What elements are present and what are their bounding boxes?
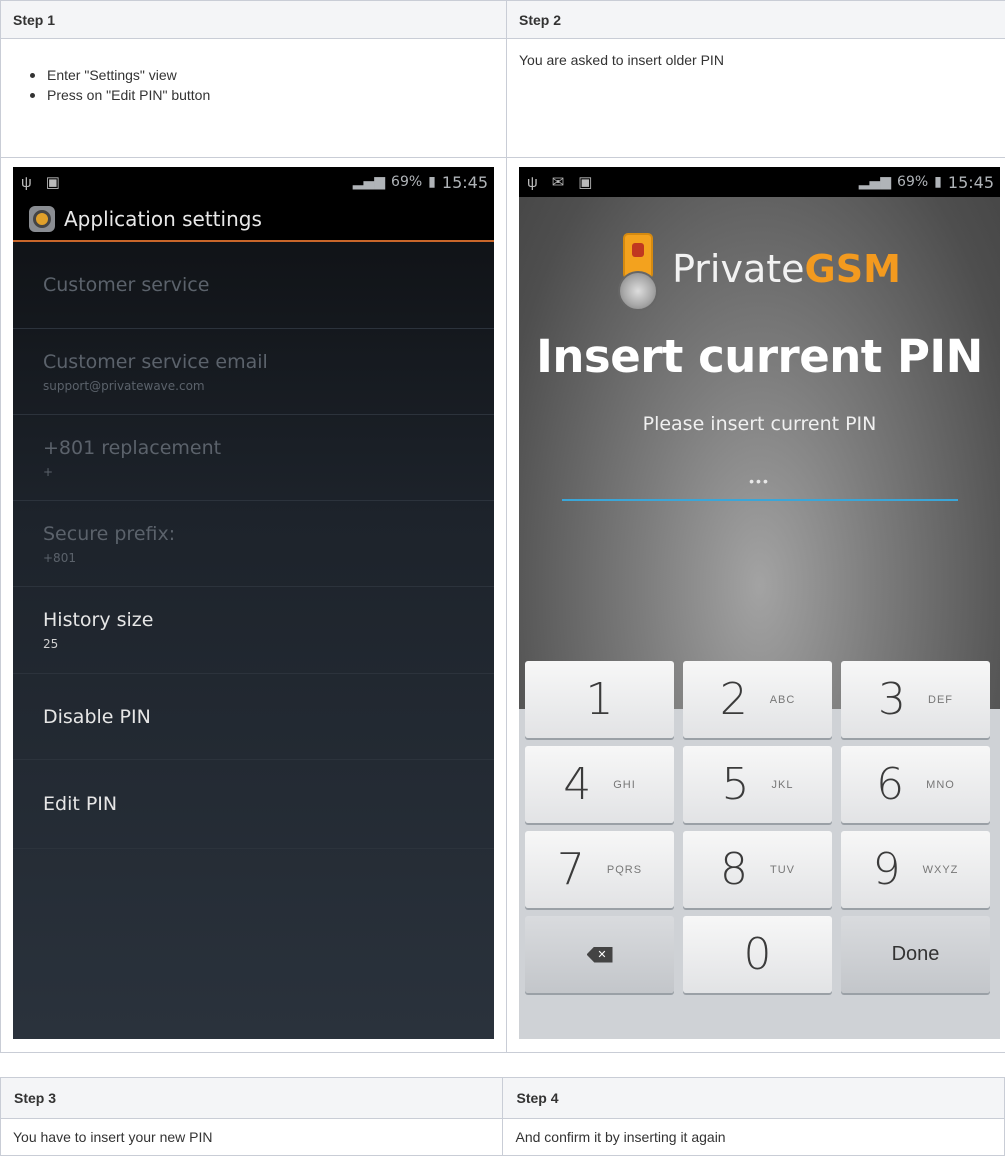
pin-subtitle: Please insert current PIN [642, 413, 877, 435]
key-9[interactable]: 9 WXYZ [841, 831, 990, 908]
phone-logo-icon [618, 227, 659, 311]
battery-icon: ▮ [934, 174, 942, 190]
pref-summary: + [43, 464, 54, 479]
pref-summary: 25 [43, 637, 59, 651]
header-step-3: Step 3 [0, 1077, 504, 1119]
status-bar: ψ ✉ ▣ ▂▄▆ 69% ▮ 15:45 [519, 167, 1000, 197]
header-step-1: Step 1 [0, 0, 507, 39]
key-1[interactable]: 1 [525, 661, 674, 738]
notification-icon: ▣ [578, 174, 593, 191]
usb-icon: ψ [21, 173, 32, 191]
step-4-text: And confirm it by inserting it again [502, 1118, 1005, 1156]
key-7[interactable]: 7 PQRS [525, 831, 674, 908]
header-step-4: Step 4 [502, 1077, 1005, 1119]
key-3[interactable]: 3 DEF [841, 661, 990, 738]
header-step-2: Step 2 [506, 0, 1005, 39]
backspace-icon: ✕ [586, 946, 613, 963]
step-1-bullet: Enter "Settings" view [47, 65, 494, 85]
logo-text: PrivateGSM [672, 247, 901, 291]
step-1-description: Enter "Settings" view Press on "Edit PIN… [0, 38, 507, 158]
settings-screenshot: ψ ▣ ▂▄▆ 69% ▮ 15:45 Application settings [13, 167, 494, 1039]
key-6[interactable]: 6 MNO [841, 746, 990, 823]
action-bar: Application settings [13, 197, 494, 242]
done-key[interactable]: Done [841, 916, 990, 993]
key-2[interactable]: 2 ABC [683, 661, 832, 738]
numeric-keypad: 1 2 ABC 3 DEF 4 GHI 5 JKL 6 MNO 7 PQRS 8 TUV 9W… [525, 661, 994, 993]
pref-title: Customer service [43, 274, 210, 296]
pref-801-replacement[interactable]: +801 replacement + [13, 415, 494, 501]
pref-title: +801 replacement [43, 436, 222, 459]
pref-title: Disable PIN [43, 705, 151, 728]
pin-input[interactable]: ••• [561, 471, 958, 501]
notification-icon: ▣ [45, 174, 60, 191]
key-8[interactable]: 8 TUV [683, 831, 832, 908]
step-2-description: You are asked to insert older PIN [506, 38, 1005, 158]
pref-disable-pin[interactable]: Disable PIN [13, 674, 494, 760]
pref-title: Secure prefix: [43, 522, 176, 545]
pref-customer-service[interactable]: Customer service [13, 242, 494, 329]
pref-summary: +801 [43, 550, 76, 565]
pref-edit-pin[interactable]: Edit PIN [13, 760, 494, 849]
status-bar: ψ ▣ ▂▄▆ 69% ▮ 15:45 [13, 167, 494, 197]
status-time: 15:45 [947, 172, 994, 192]
battery-percent: 69% [391, 174, 423, 190]
backspace-key[interactable]: ✕ [525, 916, 674, 993]
step-1-screenshot-cell: ψ ▣ ▂▄▆ 69% ▮ 15:45 Application settings [0, 157, 507, 1053]
mail-icon: ✉ [551, 174, 565, 191]
key-4[interactable]: 4 GHI [525, 746, 674, 823]
status-time: 15:45 [441, 172, 488, 192]
step-1-bullet: Press on "Edit PIN" button [47, 85, 494, 105]
step-2-screenshot-cell: ψ ✉ ▣ ▂▄▆ 69% ▮ 15:45 PrivateGSM Insert [506, 157, 1005, 1053]
key-5[interactable]: 5 JKL [683, 746, 832, 823]
pref-customer-service-email[interactable]: Customer service email support@privatewa… [13, 329, 494, 415]
steps-table-1: Step 1 Step 2 Enter "Settings" view Pres… [0, 0, 1005, 1053]
pref-title: Edit PIN [43, 793, 118, 815]
battery-icon: ▮ [428, 174, 436, 190]
pin-title: Insert current PIN [536, 330, 983, 383]
signal-icon: ▂▄▆ [352, 174, 386, 190]
app-icon [29, 205, 55, 232]
step-2-text: You are asked to insert older PIN [519, 52, 724, 68]
screen-title: Application settings [64, 206, 262, 231]
pref-summary: support@privatewave.com [43, 378, 205, 393]
battery-percent: 69% [897, 174, 929, 190]
usb-icon: ψ [527, 173, 538, 191]
signal-icon: ▂▄▆ [858, 174, 892, 190]
privategsm-logo: PrivateGSM [519, 227, 1000, 311]
key-0[interactable]: 0 [683, 916, 832, 993]
pref-secure-prefix[interactable]: Secure prefix: +801 [13, 501, 494, 587]
step-3-text: You have to insert your new PIN [0, 1118, 504, 1156]
pref-history-size[interactable]: History size 25 [13, 587, 494, 674]
step-1-list: Enter "Settings" view Press on "Edit PIN… [13, 65, 494, 105]
steps-table-2: Step 3 Step 4 You have to insert your ne… [0, 1077, 1005, 1156]
pin-screenshot: ψ ✉ ▣ ▂▄▆ 69% ▮ 15:45 PrivateGSM Insert [519, 167, 1000, 1039]
pref-title: History size [43, 609, 154, 631]
pref-title: Customer service email [43, 350, 268, 373]
